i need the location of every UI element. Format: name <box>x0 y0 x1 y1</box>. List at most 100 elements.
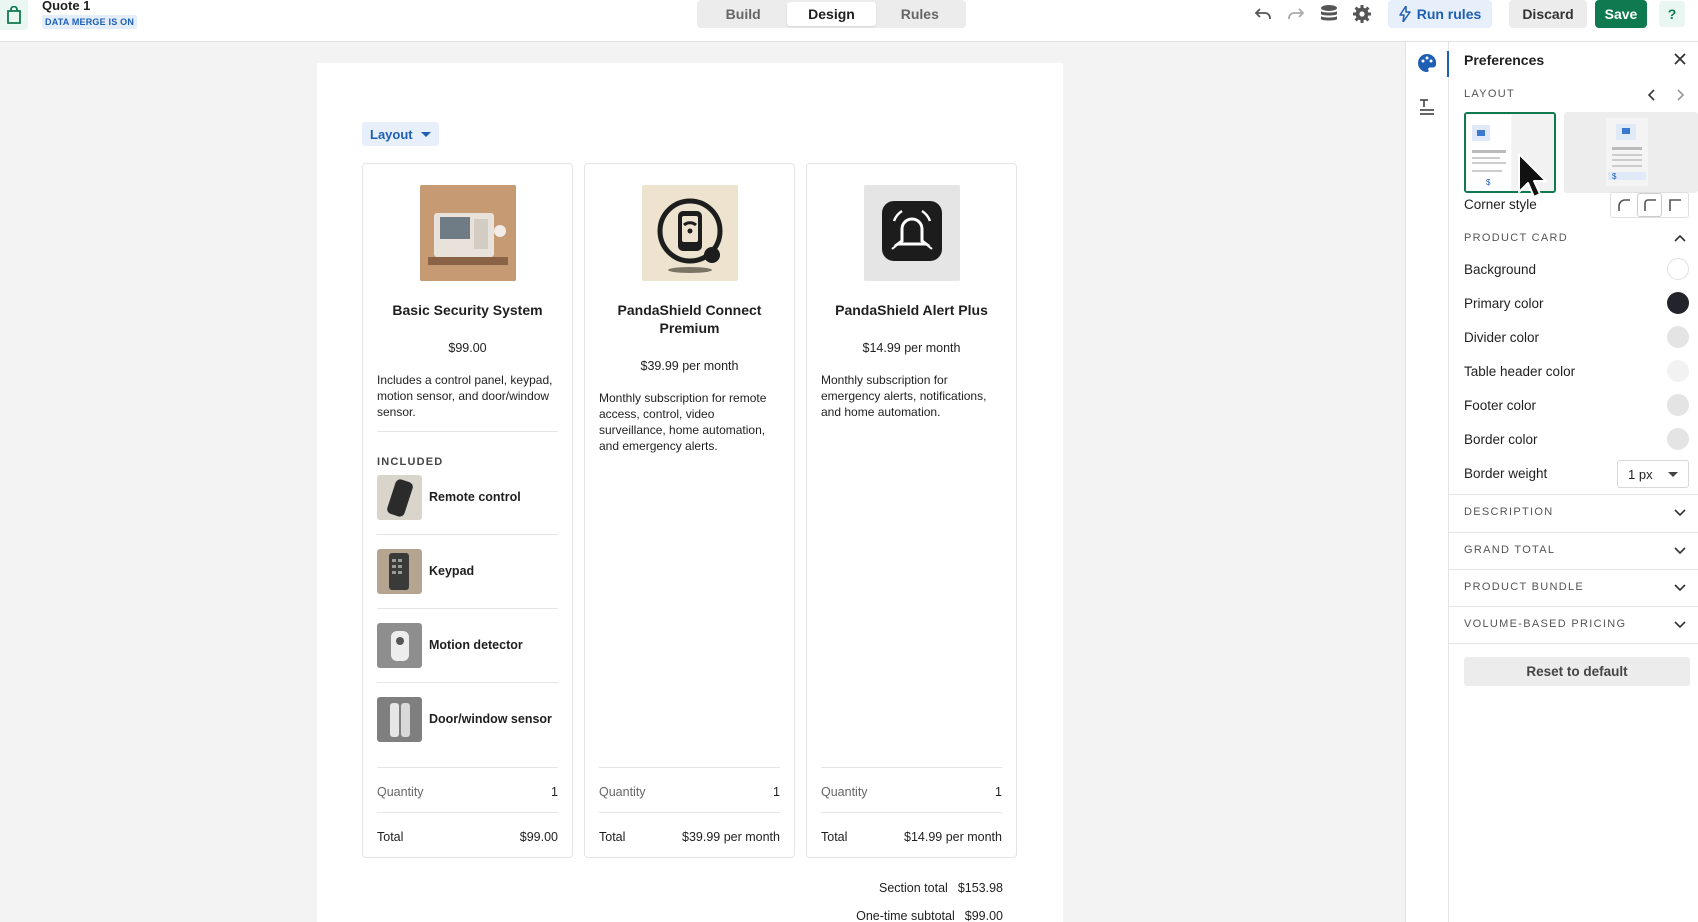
product-name[interactable]: Basic Security System <box>373 301 562 319</box>
undo-icon[interactable] <box>1251 2 1275 26</box>
chevron-down-icon[interactable] <box>1673 580 1687 594</box>
mode-tabs: Build Design Rules <box>697 0 966 28</box>
product-description: Monthly subscription for emergency alert… <box>821 373 987 419</box>
divider <box>377 812 558 813</box>
text-format-icon[interactable] <box>1417 97 1437 117</box>
layout-option-alternate[interactable]: $ <box>1564 112 1698 193</box>
included-item-label: Motion detector <box>429 638 523 652</box>
table-header-color-label: Table header color <box>1464 364 1576 379</box>
corner-soft-icon[interactable] <box>1636 193 1663 217</box>
table-header-color-swatch[interactable] <box>1667 360 1689 382</box>
background-color-swatch[interactable] <box>1667 258 1689 280</box>
divider <box>821 812 1002 813</box>
description-section[interactable]: DESCRIPTION <box>1464 506 1553 518</box>
product-card-heading: PRODUCT CARD <box>1464 232 1569 244</box>
chevron-down-icon <box>1668 471 1678 477</box>
divider <box>1449 569 1698 570</box>
footer-color-label: Footer color <box>1464 398 1537 413</box>
keypad-image <box>377 549 422 594</box>
palette-icon[interactable] <box>1416 52 1438 74</box>
included-item: Keypad <box>377 549 558 623</box>
divider <box>821 767 1002 768</box>
chevron-down-icon[interactable] <box>1673 505 1687 519</box>
volume-based-pricing-section[interactable]: VOLUME-BASED PRICING <box>1464 618 1626 630</box>
quantity-label: Quantity <box>377 785 424 799</box>
divider-color-label: Divider color <box>1464 330 1540 345</box>
chevron-left-icon[interactable] <box>1645 88 1659 102</box>
divider <box>1449 606 1698 607</box>
product-card[interactable]: Basic Security System $99.00 Includes a … <box>362 163 573 858</box>
svg-text:$: $ <box>1486 178 1491 187</box>
included-item-label: Keypad <box>429 564 475 578</box>
one-time-subtotal-label: One-time subtotal <box>856 909 955 922</box>
tab-build[interactable]: Build <box>699 2 787 26</box>
quantity-label: Quantity <box>821 785 868 799</box>
layout-dropdown[interactable]: Layout <box>362 122 439 146</box>
quote-bag-icon[interactable] <box>0 0 28 30</box>
gear-icon[interactable] <box>1350 2 1374 26</box>
redo-icon[interactable] <box>1284 2 1308 26</box>
product-name[interactable]: PandaShield Connect Premium <box>595 301 784 337</box>
tab-design[interactable]: Design <box>787 2 876 26</box>
included-item: Door/window sensor <box>377 697 558 771</box>
border-weight-select[interactable]: 1 px <box>1617 460 1689 488</box>
total-row: Total $14.99 per month <box>821 830 1002 850</box>
product-card[interactable]: PandaShield Alert Plus $14.99 per month … <box>806 163 1017 858</box>
footer-color-swatch[interactable] <box>1667 394 1689 416</box>
corner-square-icon[interactable] <box>1662 193 1688 217</box>
product-image <box>420 185 516 281</box>
divider-color-swatch[interactable] <box>1667 326 1689 348</box>
chevron-up-icon[interactable] <box>1673 231 1687 245</box>
divider <box>1449 643 1698 644</box>
product-price: $99.00 <box>448 341 487 355</box>
chevron-down-icon[interactable] <box>1673 543 1687 557</box>
total-row: Total $39.99 per month <box>599 830 780 850</box>
chevron-down-icon[interactable] <box>1673 617 1687 631</box>
included-item: Motion detector <box>377 623 558 697</box>
included-item-label: Door/window sensor <box>429 712 552 726</box>
chevron-right-icon[interactable] <box>1673 88 1687 102</box>
product-name[interactable]: PandaShield Alert Plus <box>817 301 1006 319</box>
run-rules-button[interactable]: Run rules <box>1388 0 1492 28</box>
total-value: $99.00 <box>519 830 558 844</box>
total-value: $39.99 per month <box>682 830 780 844</box>
included-item: Remote control <box>377 475 558 549</box>
remote-control-image <box>377 475 422 520</box>
close-icon[interactable] <box>1671 50 1689 68</box>
panel-title: Preferences <box>1464 52 1545 68</box>
lightning-icon <box>1398 6 1411 22</box>
grand-total-section[interactable]: GRAND TOTAL <box>1464 544 1555 556</box>
section-total: Section total $153.98 <box>879 881 1003 895</box>
chevron-down-icon <box>420 131 431 137</box>
divider <box>377 682 558 683</box>
one-time-subtotal-value: $99.00 <box>964 909 1003 922</box>
reset-to-default-button[interactable]: Reset to default <box>1464 657 1690 686</box>
save-button[interactable]: Save <box>1595 0 1647 28</box>
quantity-value[interactable]: 1 <box>995 785 1002 805</box>
document-title[interactable]: Quote 1 <box>42 0 90 12</box>
tab-rules[interactable]: Rules <box>876 2 964 26</box>
primary-color-label: Primary color <box>1464 296 1544 311</box>
door-window-sensor-image <box>377 697 422 742</box>
divider <box>377 534 558 535</box>
quantity-value[interactable]: 1 <box>773 785 780 805</box>
quantity-row: Quantity 1 <box>599 785 780 805</box>
quantity-value[interactable]: 1 <box>551 785 558 805</box>
quantity-row: Quantity 1 <box>377 785 558 805</box>
divider <box>1449 494 1698 495</box>
corner-round-icon[interactable] <box>1611 193 1637 217</box>
product-card[interactable]: PandaShield Connect Premium $39.99 per m… <box>584 163 795 858</box>
help-button[interactable]: ? <box>1659 1 1685 27</box>
motion-detector-image <box>377 623 422 668</box>
divider <box>377 608 558 609</box>
product-bundle-section[interactable]: PRODUCT BUNDLE <box>1464 581 1584 593</box>
total-label: Total <box>821 830 848 844</box>
included-item-label: Remote control <box>429 490 521 504</box>
product-description: Includes a control panel, keypad, motion… <box>377 373 553 419</box>
discard-button[interactable]: Discard <box>1509 0 1587 28</box>
primary-color-swatch[interactable] <box>1667 292 1689 314</box>
database-icon[interactable] <box>1317 2 1341 26</box>
divider <box>599 767 780 768</box>
product-image <box>864 185 960 281</box>
border-color-swatch[interactable] <box>1667 428 1689 450</box>
